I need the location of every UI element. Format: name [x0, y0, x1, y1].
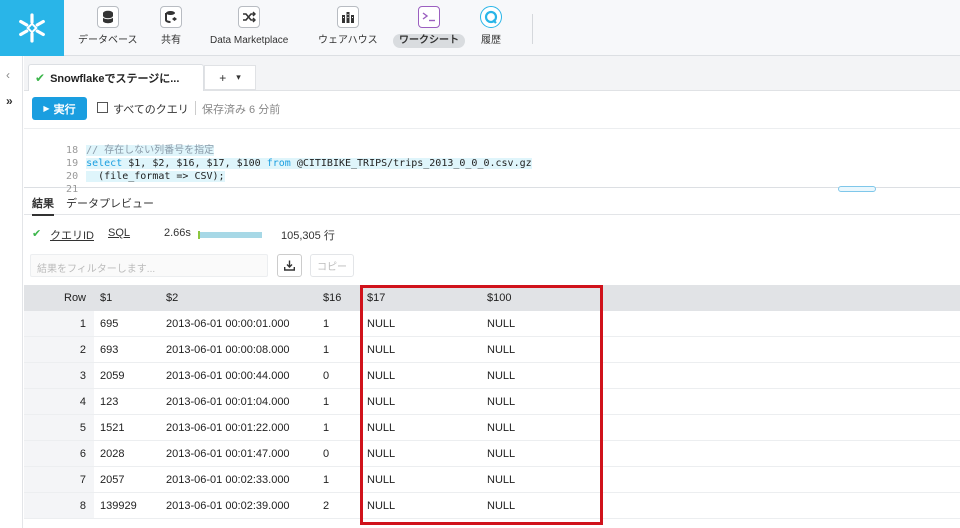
- table-row[interactable]: 3 2059 2013-06-01 00:00:44.000 0 NULL NU…: [24, 363, 960, 389]
- column-header[interactable]: Row: [64, 285, 86, 311]
- grid-header: Row $1 $2 $16 $17 $100: [24, 285, 960, 311]
- table-row[interactable]: 6 2028 2013-06-01 00:01:47.000 0 NULL NU…: [24, 441, 960, 467]
- row-count: 105,305 行: [281, 230, 335, 242]
- code-line: 18// 存在しない列番号を指定: [66, 145, 215, 156]
- results-grid: Row $1 $2 $16 $17 $100 1 695 2013-06-01 …: [24, 285, 960, 528]
- marketplace-icon: [238, 6, 261, 28]
- column-header[interactable]: $17: [367, 285, 385, 311]
- saved-status: 保存済み 6 分前: [202, 104, 281, 116]
- table-row[interactable]: 8 139929 2013-06-01 00:02:39.000 2 NULL …: [24, 493, 960, 519]
- tab-actions: + ▾: [204, 65, 256, 90]
- nav-history[interactable]: 履歴: [480, 6, 502, 48]
- code-line: 20 (file_format => CSV);: [66, 171, 225, 182]
- success-check-icon: ✔: [32, 228, 42, 240]
- sql-link[interactable]: SQL: [108, 227, 130, 239]
- code-line: 19 select $1, $2, $16, $17, $100 from @CI…: [66, 158, 532, 169]
- chevron-left-icon[interactable]: ‹: [6, 68, 10, 82]
- run-button[interactable]: ▶ 実行: [32, 97, 87, 120]
- table-row[interactable]: 5 1521 2013-06-01 00:01:22.000 1 NULL NU…: [24, 415, 960, 441]
- code-line: 21: [66, 184, 79, 195]
- check-icon: ✔: [35, 71, 46, 85]
- result-tabs: 結果 データプレビュー: [24, 189, 960, 216]
- snowflake-logo[interactable]: [0, 0, 64, 56]
- worksheet-toolbar: ▶ 実行 すべてのクエリ 保存済み 6 分前: [24, 91, 960, 127]
- worksheet-tab-label: Snowflakeでステージに...: [50, 73, 180, 85]
- copy-button[interactable]: コピー: [310, 254, 354, 277]
- table-row[interactable]: 2 693 2013-06-01 00:00:08.000 1 NULL NUL…: [24, 337, 960, 363]
- table-row[interactable]: 7 2057 2013-06-01 00:02:33.000 1 NULL NU…: [24, 467, 960, 493]
- nav-warehouses[interactable]: ウェアハウス: [318, 6, 378, 48]
- play-icon: ▶: [43, 104, 50, 113]
- snowflake-icon: [19, 13, 45, 43]
- nav-data-marketplace[interactable]: Data Marketplace: [210, 6, 288, 48]
- column-header[interactable]: $1: [100, 285, 112, 311]
- history-icon: [480, 6, 502, 28]
- column-header[interactable]: $100: [487, 285, 511, 311]
- result-filter-input[interactable]: 結果をフィルターします...: [30, 254, 268, 277]
- all-queries-checkbox[interactable]: [97, 102, 108, 113]
- table-row[interactable]: 1 695 2013-06-01 00:00:01.000 1 NULL NUL…: [24, 311, 960, 337]
- table-row[interactable]: 4 123 2013-06-01 00:01:04.000 1 NULL NUL…: [24, 389, 960, 415]
- toolbar-divider: [195, 101, 196, 115]
- expand-panel-icon[interactable]: »: [6, 94, 13, 108]
- query-id-link[interactable]: クエリID: [50, 227, 94, 243]
- query-duration: 2.66s: [164, 227, 191, 239]
- duration-bar: [200, 232, 262, 238]
- all-queries-label: すべてのクエリ: [113, 104, 189, 116]
- download-button[interactable]: [277, 254, 302, 277]
- tab-menu-button[interactable]: ▾: [236, 72, 241, 83]
- tab-results[interactable]: 結果: [32, 195, 54, 216]
- left-rail: ‹ »: [0, 56, 23, 528]
- database-icon: [96, 6, 119, 28]
- nav-databases[interactable]: データベース: [78, 6, 138, 48]
- nav-worksheets[interactable]: ワークシート: [393, 6, 465, 48]
- nav-divider: [532, 14, 533, 44]
- column-header[interactable]: $16: [323, 285, 341, 311]
- column-header[interactable]: $2: [166, 285, 178, 311]
- sql-editor[interactable]: 18// 存在しない列番号を指定 19 select $1, $2, $16, $…: [24, 128, 960, 195]
- worksheet-icon: [418, 6, 440, 28]
- shared-data-icon: [160, 6, 182, 28]
- tab-data-preview[interactable]: データプレビュー: [66, 195, 154, 211]
- download-icon: [284, 260, 295, 271]
- warehouse-icon: [336, 6, 359, 28]
- top-nav: データベース 共有 Data Marketplace ウェアハウス ワークシート…: [0, 0, 960, 56]
- worksheet-tab[interactable]: ✔ Snowflakeでステージに...: [28, 64, 204, 91]
- query-info: ✔ クエリID SQL 2.66s 105,305 行: [24, 222, 960, 246]
- worksheet-tab-strip: ✔ Snowflakeでステージに... + ▾: [24, 56, 960, 91]
- add-tab-button[interactable]: +: [219, 71, 226, 85]
- nav-shares[interactable]: 共有: [160, 6, 182, 48]
